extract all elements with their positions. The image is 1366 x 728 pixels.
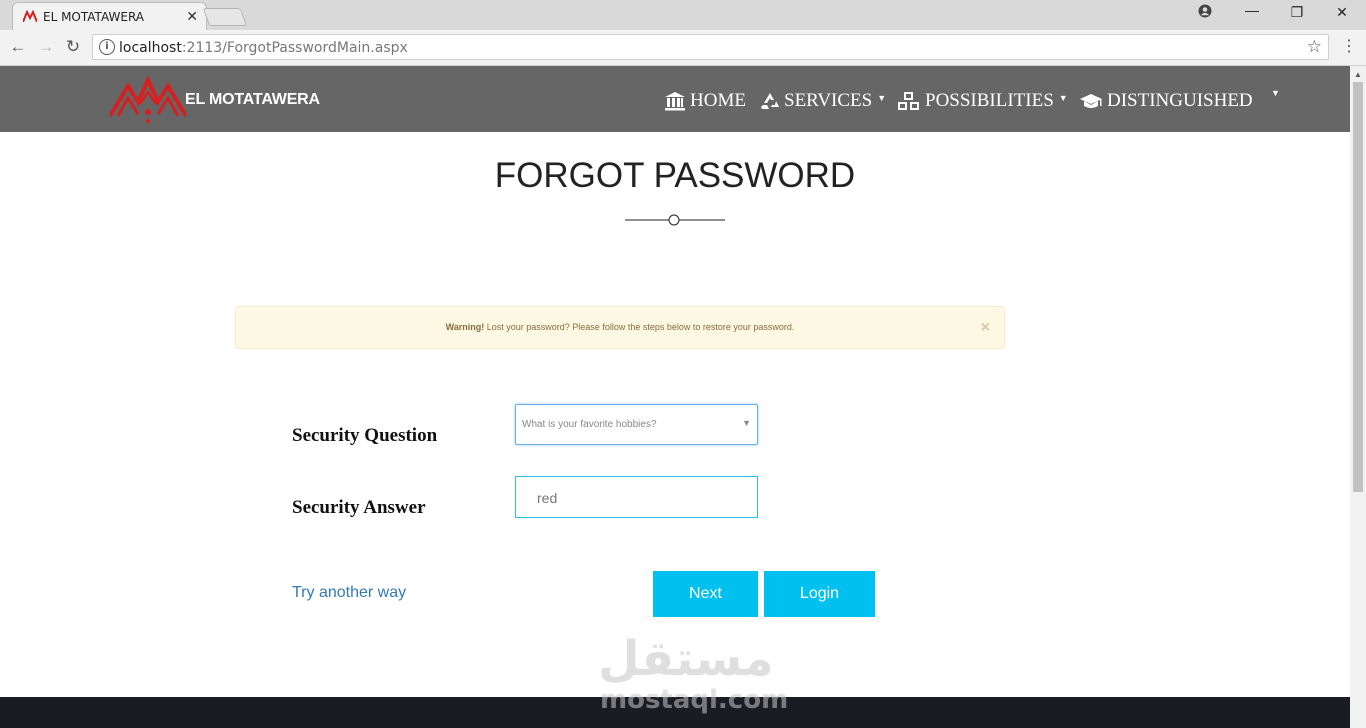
nav-possibilities[interactable]: POSSIBILITIES ▼	[897, 90, 1068, 112]
chevron-down-icon: ▼	[742, 418, 751, 428]
url-text: localhost:2113/ForgotPasswordMain.aspx	[119, 40, 408, 56]
reload-icon[interactable]: ↻	[63, 37, 83, 57]
watermark-latin: mostaql.com	[600, 685, 789, 715]
maximize-icon[interactable]: ❐	[1287, 4, 1307, 21]
minimize-icon[interactable]: —	[1242, 2, 1262, 18]
browser-tab-bar: EL MOTATAWERA ✕ — ❐ ✕	[0, 0, 1366, 30]
nav-distinguished-label: DISTINGUISHED	[1107, 90, 1253, 111]
info-icon[interactable]: i	[99, 39, 115, 55]
graduation-cap-icon	[1080, 94, 1102, 108]
site-favicon-icon	[23, 10, 37, 22]
nav-services[interactable]: SERVICES ▼	[760, 90, 886, 112]
page-title: FORGOT PASSWORD	[494, 156, 856, 195]
nav-home[interactable]: HOME	[664, 90, 746, 112]
menu-icon[interactable]: ⋮	[1341, 36, 1357, 56]
new-tab-button[interactable]	[202, 8, 248, 26]
watermark-arabic: مستقل	[598, 631, 774, 687]
site-navbar: EL MOTATAWERA HOME SERVICES ▼ POSSIBILIT…	[0, 66, 1350, 132]
warning-alert: Warning! Lost your password? Please foll…	[235, 306, 1005, 349]
security-question-value: What is your favorite hobbies?	[522, 419, 657, 430]
url-input[interactable]: i localhost:2113/ForgotPasswordMain.aspx…	[92, 34, 1329, 60]
security-answer-label: Security Answer	[292, 497, 426, 518]
nav-home-label: HOME	[690, 90, 746, 111]
alert-close-icon[interactable]: ×	[981, 319, 990, 337]
forward-icon[interactable]: →	[36, 37, 56, 57]
chevron-down-icon: ▼	[877, 93, 887, 103]
nav-distinguished[interactable]: DISTINGUISHED	[1079, 90, 1253, 112]
scroll-up-icon[interactable]: ▲	[1354, 70, 1362, 79]
page-scrollbar[interactable]: ▲	[1350, 66, 1366, 728]
nav-possibilities-label: POSSIBILITIES	[925, 90, 1054, 111]
browser-tab[interactable]: EL MOTATAWERA ✕	[12, 2, 207, 30]
security-answer-input[interactable]: red	[515, 476, 758, 518]
tab-close-icon[interactable]: ✕	[186, 8, 198, 25]
scroll-thumb[interactable]	[1353, 82, 1363, 492]
next-button[interactable]: Next	[653, 571, 758, 617]
recycle-icon	[761, 93, 779, 109]
address-bar-row: ← → ↻ i localhost:2113/ForgotPasswordMai…	[0, 30, 1366, 66]
alert-text: Warning! Lost your password? Please foll…	[236, 322, 1004, 332]
account-icon[interactable]	[1195, 4, 1215, 21]
window-close-icon[interactable]: ✕	[1332, 4, 1352, 21]
alert-message: Lost your password? Please follow the st…	[484, 322, 795, 332]
brand-logo-icon	[110, 75, 186, 124]
page-viewport: EL MOTATAWERA HOME SERVICES ▼ POSSIBILIT…	[0, 66, 1350, 728]
alert-strong: Warning!	[445, 322, 485, 332]
nav-services-label: SERVICES	[784, 90, 873, 111]
try-another-way-link[interactable]: Try another way	[292, 584, 406, 602]
brand-name[interactable]: EL MOTATAWERA	[185, 91, 320, 109]
security-answer-value: red	[537, 490, 558, 506]
chevron-down-icon[interactable]: ▼	[1271, 88, 1280, 98]
chevron-down-icon: ▼	[1058, 93, 1068, 103]
title-divider	[625, 214, 725, 226]
bank-icon	[665, 92, 685, 111]
login-button[interactable]: Login	[764, 571, 875, 617]
security-question-select[interactable]: What is your favorite hobbies? ▼	[515, 404, 758, 445]
tab-title: EL MOTATAWERA	[43, 10, 145, 24]
star-icon[interactable]: ☆	[1307, 37, 1322, 57]
back-icon[interactable]: ←	[8, 37, 28, 57]
cubes-icon	[898, 92, 919, 110]
security-question-label: Security Question	[292, 425, 438, 446]
